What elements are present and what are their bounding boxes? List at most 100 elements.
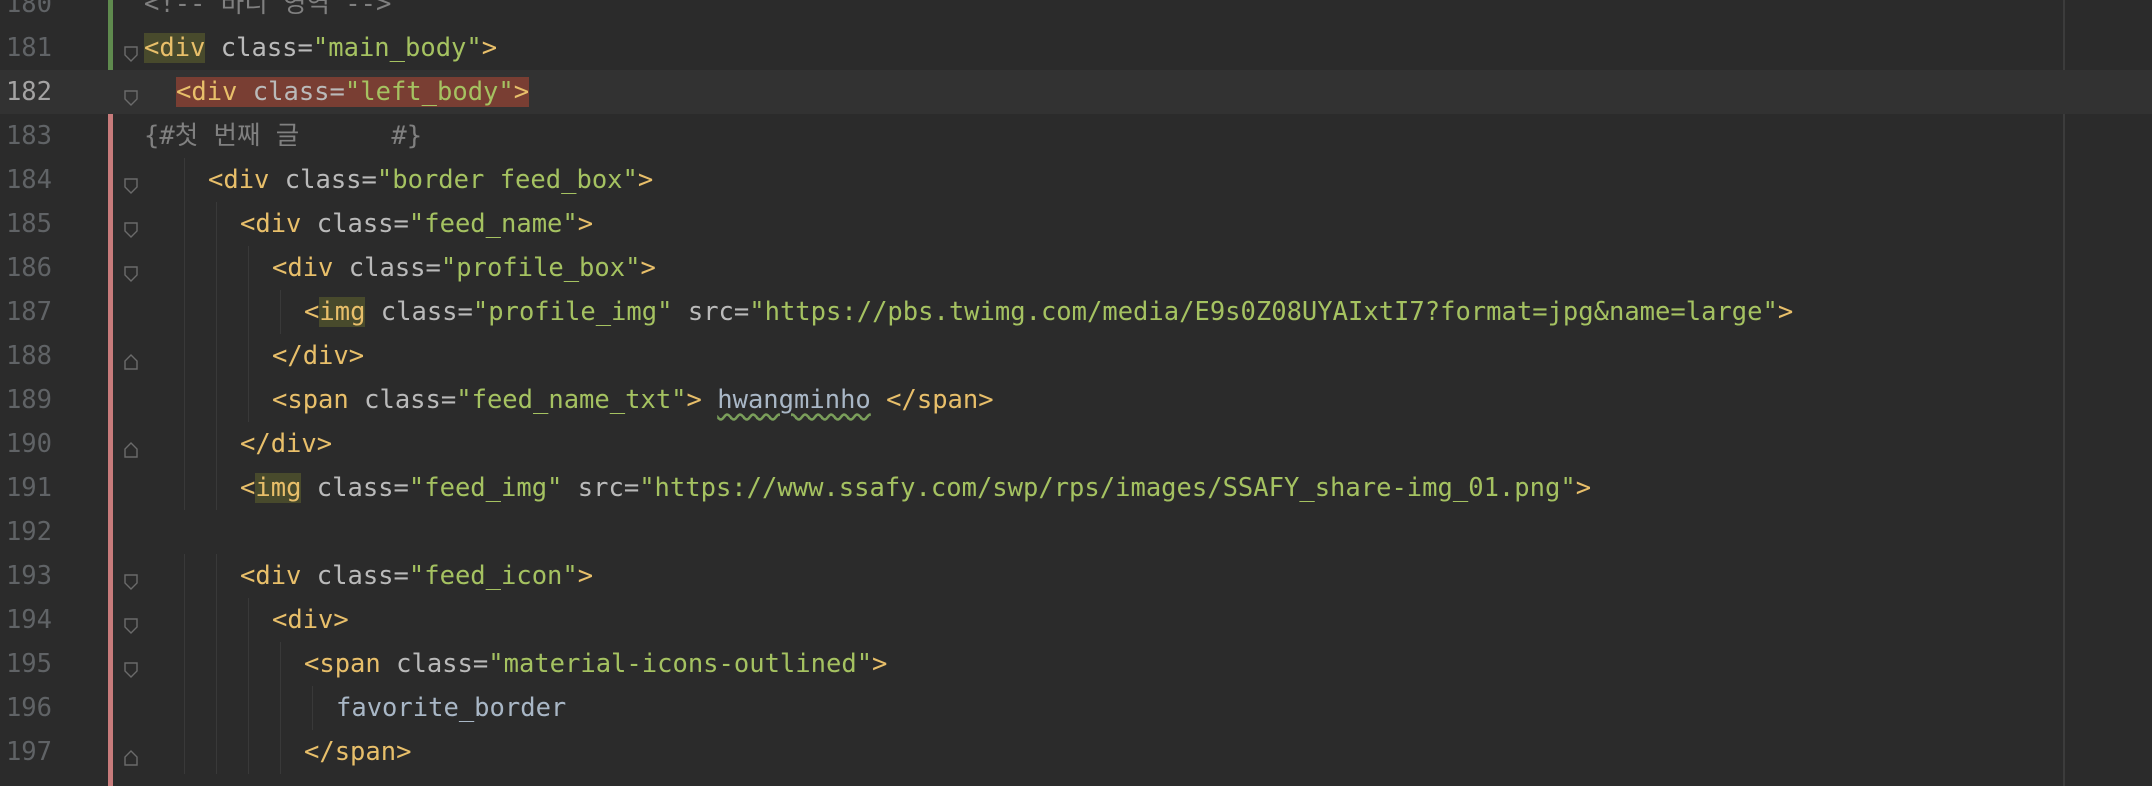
token-attr: class= bbox=[301, 209, 409, 239]
indent-guide bbox=[248, 598, 249, 642]
token-attr: class= bbox=[365, 297, 473, 327]
indent-guide bbox=[216, 246, 217, 290]
line-code[interactable]: <div> bbox=[272, 598, 349, 642]
line-number[interactable]: 195 bbox=[0, 642, 52, 686]
line-code[interactable]: <img class="feed_img" src="https://www.s… bbox=[240, 466, 1591, 510]
line-number[interactable]: 186 bbox=[0, 246, 52, 290]
token-attr: class= bbox=[205, 33, 313, 63]
token-tag: > bbox=[637, 165, 654, 195]
code-line[interactable]: 185 <div class="feed_name"> bbox=[0, 202, 2152, 246]
indent-guide bbox=[248, 642, 249, 686]
fold-collapse-icon[interactable] bbox=[124, 171, 138, 194]
code-line[interactable]: 197 </span> bbox=[0, 730, 2152, 774]
token-val: "border feed_box" bbox=[376, 165, 638, 195]
line-code[interactable]: <span class="material-icons-outlined"> bbox=[304, 642, 887, 686]
line-code[interactable]: <div class="left_body"> bbox=[176, 70, 530, 114]
code-line[interactable]: 186 <div class="profile_box"> bbox=[0, 246, 2152, 290]
line-code[interactable]: {#첫 번째 글 #} bbox=[144, 114, 422, 158]
line-number[interactable]: 182 bbox=[0, 70, 52, 114]
line-code[interactable]: favorite_border bbox=[336, 686, 566, 730]
fold-collapse-icon[interactable] bbox=[124, 39, 138, 62]
token-attr: class= bbox=[348, 385, 457, 415]
line-code[interactable]: </span> bbox=[304, 730, 411, 774]
line-number[interactable]: 193 bbox=[0, 554, 52, 598]
line-number[interactable]: 180 bbox=[0, 0, 52, 26]
token-tag: </div> bbox=[272, 341, 365, 371]
line-number[interactable]: 181 bbox=[0, 26, 52, 70]
fold-collapse-icon[interactable] bbox=[124, 83, 138, 106]
token-tag: </span> bbox=[304, 737, 412, 767]
fold-collapse-icon[interactable] bbox=[124, 259, 138, 282]
token-tag: <div bbox=[272, 253, 334, 283]
fold-collapse-icon[interactable] bbox=[124, 215, 138, 238]
line-code[interactable]: <img class="profile_img" src="https://pb… bbox=[304, 290, 1793, 334]
indent-guide bbox=[184, 158, 185, 202]
line-code[interactable]: <div class="feed_name"> bbox=[240, 202, 593, 246]
code-line[interactable]: 182 <div class="left_body"> bbox=[0, 70, 2152, 114]
token-tag: <div> bbox=[272, 605, 349, 635]
token-attr: class= bbox=[380, 649, 489, 679]
line-number[interactable]: 187 bbox=[0, 290, 52, 334]
line-number[interactable]: 196 bbox=[0, 686, 52, 730]
indent-guide bbox=[216, 554, 217, 598]
code-line[interactable]: 184 <div class="border feed_box"> bbox=[0, 158, 2152, 202]
token-text: favorite_border bbox=[336, 693, 567, 723]
fold-end-icon[interactable] bbox=[124, 435, 138, 458]
line-code[interactable]: <div class="main_body"> bbox=[144, 26, 497, 70]
line-number[interactable]: 197 bbox=[0, 730, 52, 774]
code-line[interactable]: 194 <div> bbox=[0, 598, 2152, 642]
line-code[interactable]: <div class="feed_icon"> bbox=[240, 554, 593, 598]
indent-guide bbox=[248, 686, 249, 730]
code-line[interactable]: 193 <div class="feed_icon"> bbox=[0, 554, 2152, 598]
code-line[interactable]: 195 <span class="material-icons-outlined"… bbox=[0, 642, 2152, 686]
indent-guide bbox=[216, 334, 217, 378]
token-val: "profile_box" bbox=[440, 253, 641, 283]
token-tag: <div bbox=[208, 165, 270, 195]
fold-end-icon[interactable] bbox=[124, 347, 138, 370]
token-attr: src= bbox=[562, 473, 640, 503]
line-code[interactable]: <span class="feed_name_txt"> hwangminho … bbox=[272, 378, 994, 422]
indent-guide bbox=[280, 730, 281, 774]
token-attr: class= bbox=[301, 561, 409, 591]
indent-guide bbox=[184, 554, 185, 598]
line-number[interactable]: 194 bbox=[0, 598, 52, 642]
token-tag: <div bbox=[240, 561, 302, 591]
fold-collapse-icon[interactable] bbox=[124, 655, 138, 678]
token-val: "material-icons-outlined" bbox=[488, 649, 873, 679]
code-line[interactable]: 190 </div> bbox=[0, 422, 2152, 466]
token-tag: > bbox=[513, 77, 530, 107]
indent-guide bbox=[184, 730, 185, 774]
line-number[interactable]: 184 bbox=[0, 158, 52, 202]
indent-guide bbox=[216, 466, 217, 510]
code-line[interactable]: 181 <div class="main_body"> bbox=[0, 26, 2152, 70]
line-number[interactable]: 185 bbox=[0, 202, 52, 246]
line-number[interactable]: 188 bbox=[0, 334, 52, 378]
fold-collapse-icon[interactable] bbox=[124, 567, 138, 590]
line-code[interactable]: <div class="border feed_box"> bbox=[208, 158, 653, 202]
code-line[interactable]: 188 </div> bbox=[0, 334, 2152, 378]
code-line[interactable]: 192 bbox=[0, 510, 2152, 554]
line-number[interactable]: 189 bbox=[0, 378, 52, 422]
code-line[interactable]: 183 {#첫 번째 글 #} bbox=[0, 114, 2152, 158]
line-code[interactable]: <!-- 바디 영역 --> bbox=[144, 0, 391, 26]
code-line[interactable]: 189 <span class="feed_name_txt"> hwangmin… bbox=[0, 378, 2152, 422]
line-code[interactable]: </div> bbox=[272, 334, 364, 378]
indent-guide bbox=[248, 334, 249, 378]
line-number[interactable]: 191 bbox=[0, 466, 52, 510]
fold-end-icon[interactable] bbox=[124, 743, 138, 766]
fold-collapse-icon[interactable] bbox=[124, 611, 138, 634]
token-tag: <span bbox=[272, 385, 349, 415]
line-code[interactable]: <div class="profile_box"> bbox=[272, 246, 656, 290]
token-val: "feed_img" bbox=[408, 473, 563, 503]
line-number[interactable]: 192 bbox=[0, 510, 52, 554]
line-number[interactable]: 190 bbox=[0, 422, 52, 466]
code-line[interactable]: 196 favorite_border bbox=[0, 686, 2152, 730]
code-line[interactable]: 191 <img class="feed_img" src="https://ww… bbox=[0, 466, 2152, 510]
code-line[interactable]: 187 <img class="profile_img" src="https:/… bbox=[0, 290, 2152, 334]
code-editor[interactable]: 180 <!-- 바디 영역 --> 181 <div class="main_bod… bbox=[0, 0, 2152, 786]
token-attr: class= bbox=[269, 165, 377, 195]
line-code[interactable]: </div> bbox=[240, 422, 332, 466]
code-line[interactable]: 180 <!-- 바디 영역 --> bbox=[0, 0, 2152, 26]
error-highlight: <div class="left_body"> bbox=[176, 77, 530, 107]
line-number[interactable]: 183 bbox=[0, 114, 52, 158]
